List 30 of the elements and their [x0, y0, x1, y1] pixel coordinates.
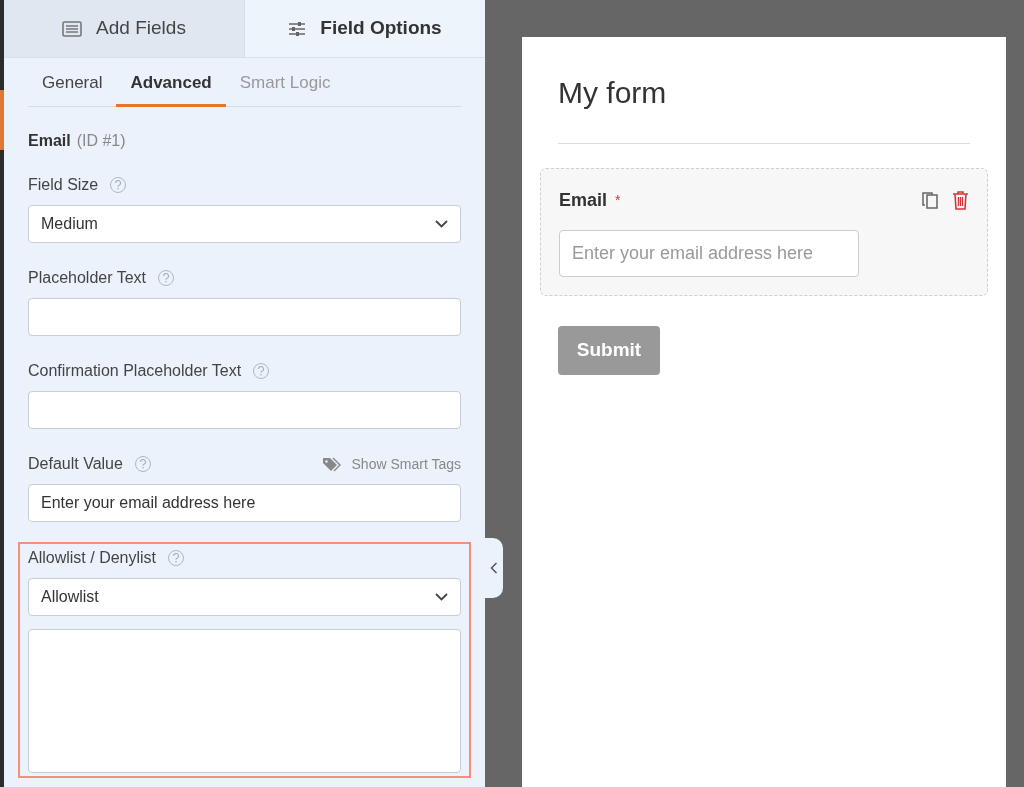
email-input[interactable]: Enter your email address here — [559, 230, 859, 277]
chevron-left-icon — [490, 562, 498, 574]
field-label: Placeholder Text — [28, 268, 146, 288]
field-label: Default Value — [28, 454, 123, 474]
collapse-button[interactable] — [485, 538, 503, 598]
dropdown[interactable]: Allowlist — [28, 578, 461, 616]
required-mark: * — [615, 190, 621, 210]
settings-tab[interactable]: Advanced — [116, 58, 226, 107]
trash-icon[interactable] — [952, 190, 969, 210]
panel-tab[interactable]: Add Fields — [4, 0, 245, 57]
field-label: Email — [559, 188, 608, 212]
settings-tab[interactable]: General — [28, 58, 117, 107]
chevron-down-icon — [435, 220, 448, 228]
input-field[interactable] — [28, 391, 461, 429]
textarea-field[interactable] — [28, 629, 461, 773]
field-name: Email — [28, 131, 71, 151]
tags-icon — [321, 456, 342, 472]
dropdown[interactable]: Medium — [28, 205, 461, 243]
list-icon — [62, 20, 83, 37]
field-label: Field Size — [28, 175, 99, 195]
input-field[interactable] — [28, 298, 461, 336]
form-field-card[interactable]: Email * Enter your email address here — [540, 168, 988, 296]
field-id: (ID #1) — [76, 131, 126, 151]
form-title: My form — [558, 75, 668, 111]
sliders-icon — [288, 20, 307, 37]
field-label: Allowlist / Denylist — [28, 548, 157, 568]
field-label: Confirmation Placeholder Text — [28, 361, 242, 381]
chevron-down-icon — [435, 593, 448, 601]
duplicate-icon[interactable] — [921, 190, 940, 210]
input-field[interactable]: Enter your email address here — [28, 484, 461, 522]
